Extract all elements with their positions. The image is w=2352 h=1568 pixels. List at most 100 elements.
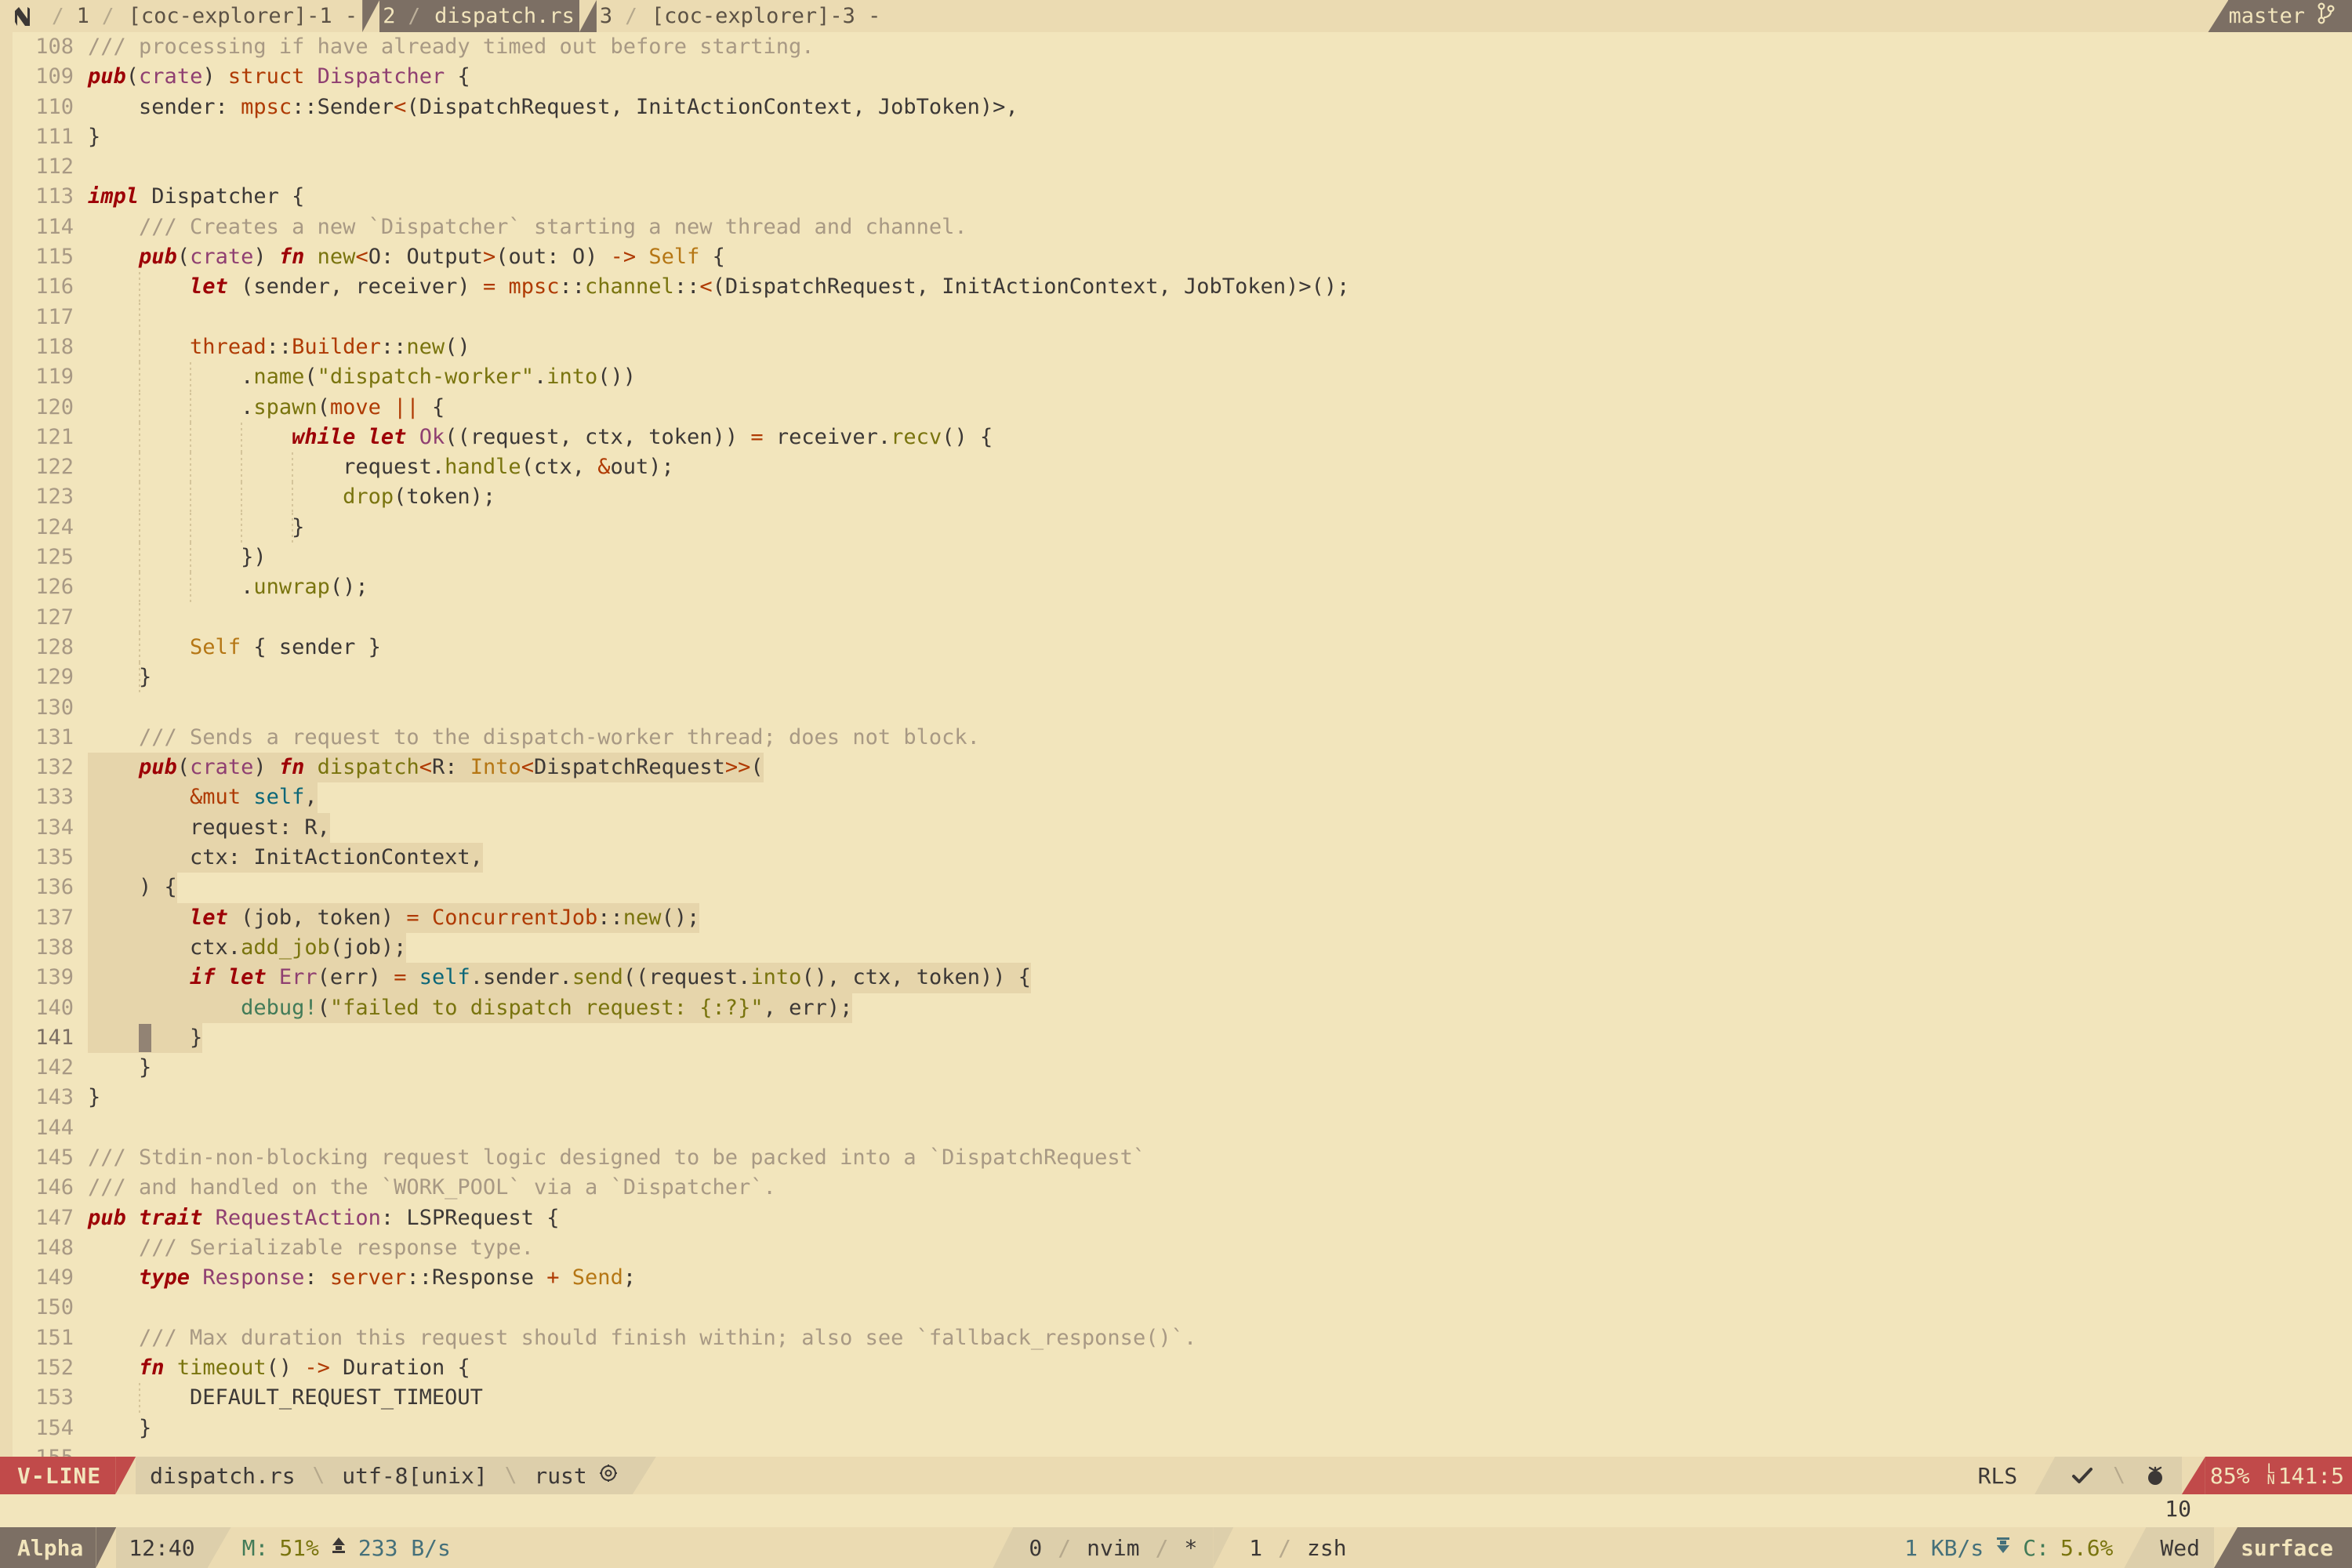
line-number: 146: [35, 1175, 74, 1200]
code-line[interactable]: 130: [0, 693, 2352, 723]
code-line[interactable]: 146 /// and handled on the `WORK_POOL` vi…: [0, 1173, 2352, 1203]
tmux-window-1[interactable]: 1 / zsh: [1233, 1527, 1363, 1568]
tmux-window-0-head: [993, 1527, 1014, 1568]
code-line[interactable]: 150: [0, 1293, 2352, 1323]
code-line[interactable]: 154 }: [0, 1414, 2352, 1443]
token: Response: [202, 1265, 305, 1290]
line-text: request.handle(ctx, &out);: [88, 452, 674, 482]
code-line[interactable]: 148 /// Serializable response type.: [0, 1233, 2352, 1263]
tab-1[interactable]: 1 / [coc-explorer]-1 -: [73, 0, 363, 32]
token: new: [317, 245, 356, 270]
code-line[interactable]: 141 }: [0, 1022, 2352, 1054]
code-line[interactable]: 147 pub trait RequestAction: LSPRequest {: [0, 1203, 2352, 1233]
code-line[interactable]: 112: [0, 152, 2352, 182]
code-line[interactable]: 128 Self { sender }: [0, 632, 2352, 663]
line-text: pub(crate) struct Dispatcher {: [88, 62, 470, 92]
tmux-mem-value: 51%: [279, 1534, 319, 1561]
token: .sender.: [470, 965, 572, 990]
tab-2-number: 2: [383, 4, 396, 28]
tab-3[interactable]: 3 / [coc-explorer]-3 -: [596, 0, 886, 32]
editor-buffer[interactable]: 108 /// processing if have already timed …: [0, 32, 2352, 1470]
code-line[interactable]: 110 sender: mpsc::Sender<(DispatchReques…: [0, 93, 2352, 122]
line-number: 147: [35, 1205, 74, 1230]
token: into: [546, 365, 598, 390]
code-line[interactable]: 134 request: R,: [0, 812, 2352, 844]
code-line[interactable]: 111}: [0, 122, 2352, 152]
token: ||: [394, 394, 419, 419]
token: pub: [88, 1205, 126, 1230]
code-line[interactable]: 116 let (sender, receiver) = mpsc::chann…: [0, 272, 2352, 303]
token: O: Output: [368, 245, 484, 270]
code-line[interactable]: 131 /// Sends a request to the dispatch-…: [0, 723, 2352, 753]
neovim-cmdline[interactable]: 10: [0, 1494, 2352, 1527]
code-line[interactable]: 142 }: [0, 1053, 2352, 1083]
code-area[interactable]: 108 /// processing if have already timed …: [0, 32, 2352, 1473]
code-line[interactable]: 126 .unwrap();: [0, 572, 2352, 603]
code-line[interactable]: 120 .spawn(move || {: [0, 392, 2352, 423]
code-line[interactable]: 108 /// processing if have already timed …: [0, 32, 2352, 62]
token: }: [88, 1055, 152, 1080]
code-line[interactable]: 119 .name("dispatch-worker".into()): [0, 362, 2352, 393]
code-line[interactable]: 136 ) {: [0, 873, 2352, 903]
token: }: [88, 665, 152, 690]
code-line[interactable]: 125 }): [0, 543, 2352, 573]
git-branch-segment[interactable]: master: [2228, 0, 2352, 32]
token: add_job: [241, 935, 330, 960]
code-line[interactable]: 151 /// Max duration this request should…: [0, 1323, 2352, 1353]
code-line[interactable]: 115 pub(crate) fn new<O: Output>(out: O)…: [0, 242, 2352, 272]
code-line[interactable]: 132 pub(crate) fn dispatch<R: Into<Dispa…: [0, 753, 2352, 783]
code-line[interactable]: 109 pub(crate) struct Dispatcher {: [0, 62, 2352, 92]
code-line[interactable]: 144: [0, 1113, 2352, 1143]
token: ): [253, 755, 279, 780]
code-line[interactable]: 137 let (job, token) = ConcurrentJob::ne…: [0, 902, 2352, 933]
code-line[interactable]: 118 thread::Builder::new(): [0, 332, 2352, 363]
token: fn: [139, 1356, 165, 1381]
code-line[interactable]: 143}: [0, 1083, 2352, 1112]
code-line[interactable]: 140 debug!("failed to dispatch request: …: [0, 993, 2352, 1023]
code-line[interactable]: 139 if let Err(err) = self.sender.send((…: [0, 963, 2352, 993]
tab-2[interactable]: 2 / dispatch.rs: [379, 0, 579, 32]
token: (: [317, 995, 330, 1020]
code-line[interactable]: 138 ctx.add_job(job);: [0, 932, 2352, 964]
tmux-window-0-index: 0: [1029, 1534, 1043, 1561]
tmux-session-name[interactable]: Alpha: [0, 1527, 96, 1568]
code-line[interactable]: 117: [0, 302, 2352, 332]
token: self: [253, 785, 305, 810]
line-number: 122: [35, 455, 74, 480]
tmux-date: Wed: [2146, 1527, 2214, 1568]
tmux-left-tail: [207, 1527, 231, 1568]
token: =: [406, 905, 419, 930]
tmux-date-head: [2124, 1527, 2147, 1568]
code-line[interactable]: 133 &mut self,: [0, 782, 2352, 813]
token: ::: [597, 905, 623, 930]
token: ((request, ctx, token)): [445, 424, 751, 449]
line-text: .unwrap();: [88, 572, 368, 602]
code-line[interactable]: 153 DEFAULT_REQUEST_TIMEOUT: [0, 1383, 2352, 1414]
line-number: 152: [35, 1356, 74, 1381]
code-line[interactable]: 129 }: [0, 662, 2352, 693]
tomato-icon[interactable]: [2128, 1457, 2182, 1494]
code-line[interactable]: 127: [0, 602, 2352, 633]
code-line[interactable]: 121 while let Ok((request, ctx, token)) …: [0, 422, 2352, 453]
tmux-window-0[interactable]: 0 / nvim / *: [1013, 1527, 1214, 1568]
code-line[interactable]: 149 type Response: server::Response + Se…: [0, 1263, 2352, 1293]
code-line[interactable]: 152 fn timeout() -> Duration {: [0, 1353, 2352, 1383]
line-text: }: [88, 1053, 151, 1083]
tab-3-number: 3: [599, 4, 613, 28]
code-line[interactable]: 114 /// Creates a new `Dispatcher` start…: [0, 212, 2352, 242]
statusline-filename[interactable]: dispatch.rs: [136, 1457, 310, 1494]
token: let: [190, 274, 228, 299]
tab-1-number: 1: [76, 4, 89, 28]
code-line[interactable]: 145 /// Stdin-non-blocking request logic …: [0, 1143, 2352, 1173]
code-line[interactable]: 122 request.handle(ctx, &out);: [0, 452, 2352, 483]
code-line[interactable]: 123 drop(token);: [0, 482, 2352, 513]
code-line[interactable]: 124 }: [0, 512, 2352, 543]
token: "failed to dispatch request: {:?}": [329, 995, 764, 1020]
token: <: [521, 755, 535, 780]
line-number: 133: [35, 785, 74, 810]
code-line[interactable]: 135 ctx: InitActionContext,: [0, 843, 2352, 873]
tab-2-left-edge: [362, 0, 380, 32]
token: crate: [190, 245, 254, 270]
code-line[interactable]: 113 impl Dispatcher {: [0, 182, 2352, 212]
